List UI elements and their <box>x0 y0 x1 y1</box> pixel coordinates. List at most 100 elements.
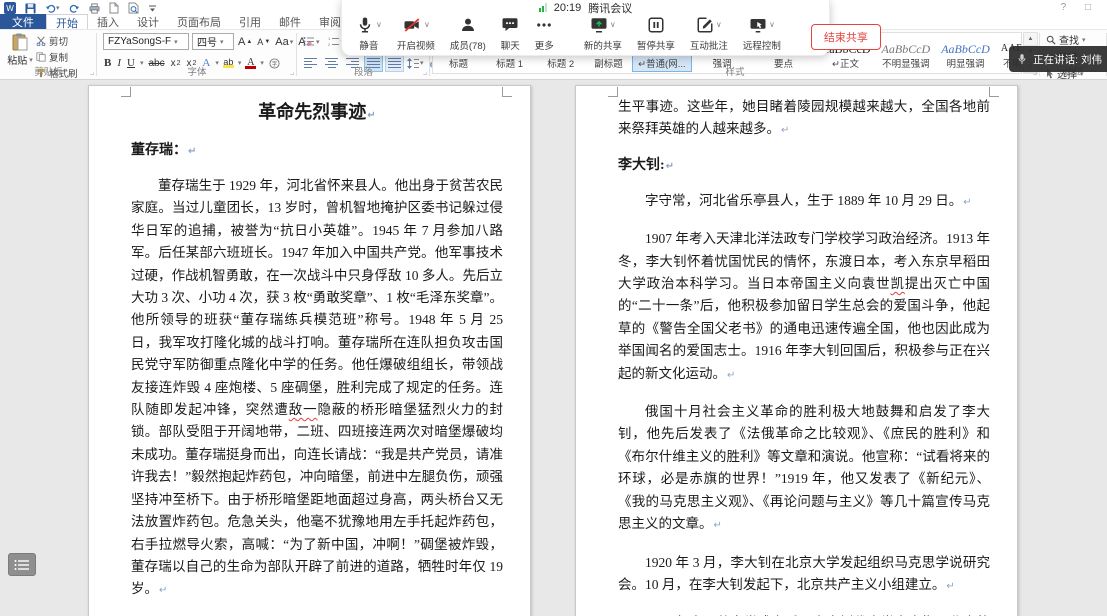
font-dialog-launcher[interactable]: ⌐ <box>290 70 294 77</box>
remote-control-button[interactable]: ∨ 远程控制 <box>743 17 781 52</box>
qat-customize-icon[interactable] <box>148 2 157 14</box>
remote-control-icon <box>749 16 767 39</box>
paragraph-dialog-launcher[interactable]: ⌐ <box>423 70 427 77</box>
svg-text:2: 2 <box>328 42 331 47</box>
pause-share-icon <box>647 16 665 39</box>
red-squiggle-text: 凯 <box>890 276 904 291</box>
meeting-button-label: 聊天 <box>501 38 520 52</box>
chevron-down-icon[interactable]: ∨ <box>424 20 430 29</box>
styles-scroll-up-icon[interactable]: ▲ <box>1024 33 1037 46</box>
speaking-indicator-label: 正在讲话: 刘伟 <box>1033 52 1102 67</box>
meeting-button-label: 开启视频 <box>397 38 435 52</box>
clipboard-dialog-launcher[interactable]: ⌐ <box>90 70 94 77</box>
paragraph: 俄国十月社会主义革命的胜利极大地鼓舞和启发了李大钊，他先后发表了《法俄革命之比较… <box>618 401 990 537</box>
page-1[interactable]: 革命先烈事迹↵董存瑞：↵董存瑞生于 1929 年，河北省怀来县人。他出身于贫苦农… <box>88 85 531 616</box>
tab-file[interactable]: 文件 <box>0 14 46 29</box>
chevron-down-icon[interactable]: ∨ <box>376 20 382 29</box>
font-name-value: FZYaSongS-F <box>108 36 171 47</box>
redo-icon[interactable] <box>69 2 80 14</box>
meeting-button-label: 暂停共享 <box>637 38 675 52</box>
signal-icon <box>539 3 547 12</box>
meeting-title: 腾讯会议 <box>588 0 632 16</box>
font-size-combo[interactable]: 四号▾ <box>192 33 234 50</box>
end-share-button[interactable]: 结束共享 <box>811 24 881 50</box>
tab-design[interactable]: 设计 <box>128 14 168 29</box>
paragraph-group-label: 段落 <box>297 64 430 78</box>
change-case-button[interactable]: Aa▾ <box>274 36 294 48</box>
style-preview: AaBbCcD <box>941 42 990 56</box>
text-run: 俄国十月社会主义革命的胜利极大地鼓舞和启发了李大钊，他先后发表了《法俄革命之比较… <box>618 404 990 531</box>
speaking-toast: 正在讲话: 刘伟 <box>1009 46 1107 72</box>
chevron-down-icon[interactable]: ∨ <box>610 20 616 29</box>
tab-mailings[interactable]: 邮件 <box>270 14 310 29</box>
paragraph-mark: ↵ <box>781 125 789 136</box>
more-button[interactable]: 更多 <box>535 17 554 52</box>
quick-access-toolbar: W▾ <box>4 1 157 15</box>
text-run: 隐蔽的桥形暗堡猛烈火力的封锁。部队受阻于开阔地带，二班、四班接连两次对暗堡爆破均… <box>131 402 503 596</box>
floating-list-widget[interactable] <box>8 553 36 576</box>
page-2[interactable]: 生平事迹。这些年，她目睹着陵园规模越来越大，全国各地前来祭拜英雄的人越来越多。↵… <box>575 85 1018 616</box>
red-squiggle-text: 敌一 <box>289 402 318 417</box>
font-size-value: 四号 <box>197 34 217 49</box>
page-1-content[interactable]: 革命先烈事迹↵董存瑞：↵董存瑞生于 1929 年，河北省怀来县人。他出身于贫苦农… <box>131 100 503 616</box>
cut-button[interactable]: 剪切 <box>36 34 78 48</box>
tab-home[interactable]: 开始 <box>46 14 88 29</box>
paragraph-mark: ↵ <box>159 585 167 596</box>
meeting-button-label: 成员(78) <box>450 38 486 52</box>
window-controls[interactable]: ? □ <box>1061 2 1099 13</box>
font-group: FZYaSongS-F▾ 四号▾ A▲ A▼ Aa▾ A B I U▾ abc … <box>97 30 297 79</box>
paragraph-mark: ↵ <box>946 581 954 592</box>
save-icon[interactable] <box>25 2 36 14</box>
annotation-button[interactable]: ∨互动批注 <box>690 17 728 52</box>
font-group-label: 字体 <box>97 64 297 78</box>
text-run: 字守常，河北省乐亭县人，生于 1889 年 10 月 29 日。 <box>645 193 962 208</box>
meeting-status-bar: 20:19 腾讯会议 <box>342 0 829 15</box>
new-share-button[interactable]: ∨新的共享 <box>584 17 622 52</box>
document-area[interactable]: 革命先烈事迹↵董存瑞：↵董存瑞生于 1929 年，河北省怀来县人。他出身于贫苦农… <box>0 78 1107 616</box>
mute-button[interactable]: ∨ 静音 <box>356 17 382 52</box>
start-video-button[interactable]: ∨ 开启视频 <box>397 17 435 52</box>
svg-text:1: 1 <box>328 36 331 41</box>
paragraph: 1907 年考入天津北洋法政专门学校学习政治经济。1913 年冬，李大钊怀着忧国… <box>618 228 990 387</box>
find-label: 查找 <box>1059 32 1079 47</box>
clipboard-icon <box>12 33 28 51</box>
styles-group-label: 样式 <box>430 64 1040 78</box>
new-document-icon[interactable] <box>109 2 119 14</box>
pause-share-button[interactable]: 暂停共享 <box>637 17 675 52</box>
page-2-content[interactable]: 生平事迹。这些年，她目睹着陵园规模越来越大，全国各地前来祭拜英雄的人越来越多。↵… <box>618 96 990 616</box>
meeting-button-label: 更多 <box>535 38 554 52</box>
chevron-down-icon[interactable]: ∨ <box>769 20 775 29</box>
tab-references[interactable]: 引用 <box>230 14 270 29</box>
tab-insert[interactable]: 插入 <box>88 14 128 29</box>
print-preview-icon[interactable] <box>128 2 139 14</box>
clipboard-group: 粘贴▾ 剪切 复制 格式刷 剪贴板 ⌐ <box>0 30 97 79</box>
paragraph-mark: ↵ <box>963 197 971 208</box>
clipboard-group-label: 剪贴板 <box>0 64 97 78</box>
scissors-icon <box>36 36 46 46</box>
print-icon[interactable] <box>89 2 100 14</box>
text-run: 1920 年 3 月，李大钊在北京大学发起组织马克思学说研究会。10 月，在李大… <box>618 555 990 592</box>
word-logo[interactable]: W <box>4 2 16 14</box>
meeting-button-label: 远程控制 <box>743 38 781 52</box>
paragraph-mark: ↵ <box>666 161 674 172</box>
paragraph-mark: ↵ <box>188 146 196 157</box>
members-button[interactable]: 成员(78) <box>450 17 486 52</box>
section-heading: 李大钊:↵ <box>618 157 990 176</box>
paragraph: 1921 年中国共产党成立后，李大钊代表党中央指导北方的工作。在党的二大、三大和… <box>618 612 990 616</box>
meeting-button-label: 静音 <box>359 38 378 52</box>
more-icon <box>535 16 553 39</box>
members-icon <box>459 16 477 39</box>
find-button[interactable]: 查找▾ <box>1046 32 1086 47</box>
chevron-down-icon[interactable]: ∨ <box>716 20 722 29</box>
meeting-toolbar: 20:19 腾讯会议 ∨ 静音 ∨ 开启视频 成员(78) 聊天 更多 ∨新的共享暂停共享 ∨互… <box>341 0 830 56</box>
bullets-button[interactable]: ▾ <box>302 36 321 47</box>
shrink-font-button[interactable]: A▼ <box>256 37 271 47</box>
font-name-combo[interactable]: FZYaSongS-F▾ <box>103 33 189 50</box>
paragraph-mark: ↵ <box>367 110 375 121</box>
chat-button[interactable]: 聊天 <box>501 17 520 52</box>
meeting-buttons: ∨静音∨开启视频成员(78)聊天更多∨新的共享暂停共享∨互动批注∨远程控制结束共… <box>342 15 829 55</box>
tab-layout[interactable]: 页面布局 <box>168 14 230 29</box>
copy-button[interactable]: 复制 <box>36 50 78 64</box>
undo-icon[interactable]: ▾ <box>45 2 60 14</box>
grow-font-button[interactable]: A▲ <box>237 36 253 48</box>
